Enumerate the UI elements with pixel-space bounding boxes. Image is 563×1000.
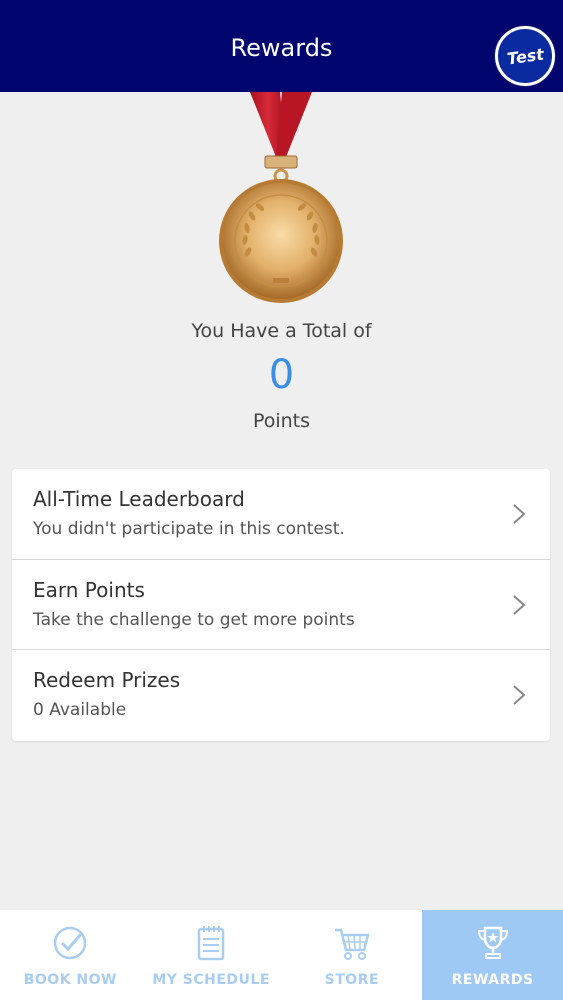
avatar-label: Test [505,44,545,68]
chevron-right-icon [513,685,526,705]
avatar[interactable]: Test [495,26,555,86]
nav-book-now[interactable]: BOOK NOW [0,910,141,1000]
page-title: Rewards [230,34,333,62]
chevron-right-icon [513,594,526,615]
nav-store[interactable]: STORE [282,910,423,1000]
redeem-prizes-subtitle: 0 Available [33,700,127,721]
earn-points-item[interactable]: Earn Points Take the challenge to get mo… [12,560,550,651]
medal-icon [219,92,343,303]
leaderboard-subtitle: You didn't participate in this contest. [33,519,345,539]
redeem-prizes-item[interactable]: Redeem Prizes 0 Available [12,650,550,741]
points-value: 0 [268,352,295,398]
nav-rewards-label: REWARDS [451,972,534,988]
trophy-icon [477,926,508,959]
nav-store-label: STORE [324,972,380,988]
leaderboard-item[interactable]: All-Time Leaderboard You didn't particip… [12,469,550,560]
nav-my-schedule-label: MY SCHEDULE [152,972,270,988]
notepad-icon [197,926,225,961]
nav-my-schedule[interactable]: MY SCHEDULE [141,910,282,1000]
app-header: Rewards Test [0,0,563,92]
chevron-right-icon [513,504,526,524]
leaderboard-title: All-Time Leaderboard [33,487,245,511]
earn-points-title: Earn Points [33,577,145,602]
earn-points-subtitle: Take the challenge to get more points [33,609,355,630]
points-total-label: You Have a Total of [191,320,372,342]
medal-graphic [0,92,563,312]
bottom-nav: BOOK NOW MY SCHEDULE STORE REWARDS [0,910,563,1000]
rewards-menu: All-Time Leaderboard You didn't particip… [12,469,550,741]
check-circle-icon [54,926,87,960]
nav-book-now-label: BOOK NOW [23,972,117,988]
nav-rewards[interactable]: REWARDS [422,910,563,1000]
cart-icon [334,928,370,960]
points-unit-label: Points [252,410,311,432]
redeem-prizes-title: Redeem Prizes [33,668,181,693]
